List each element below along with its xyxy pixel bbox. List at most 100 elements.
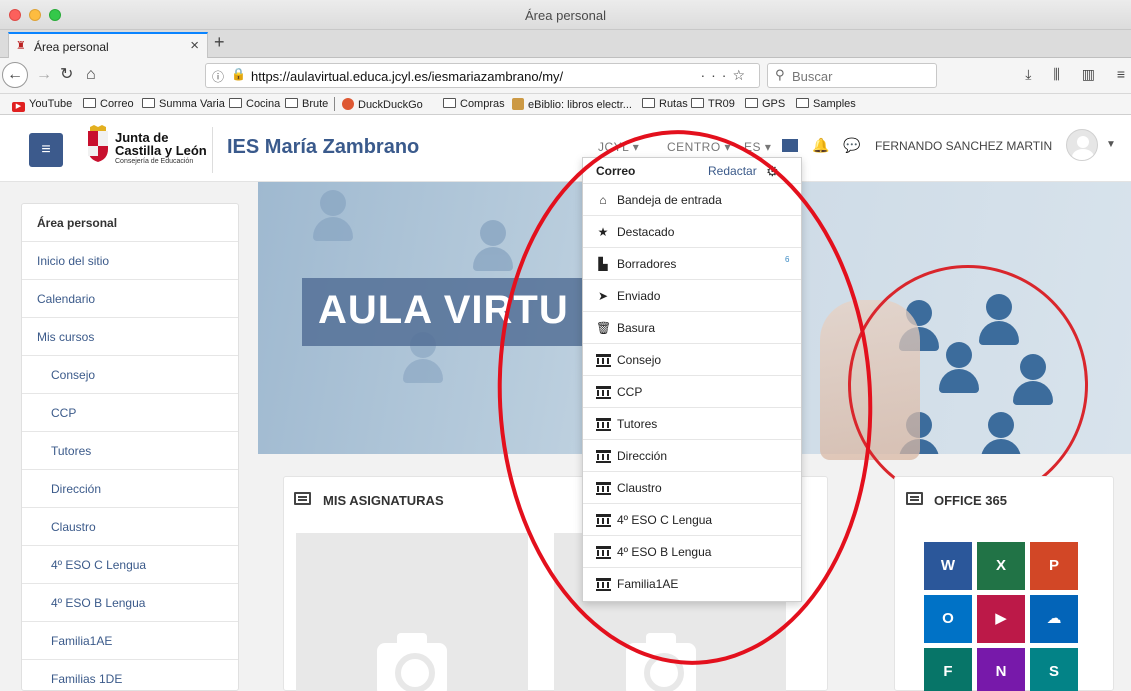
library-icon[interactable]: ⫼ (1053, 66, 1059, 82)
bookmark-folder[interactable]: Samples (796, 98, 856, 110)
inbox-icon: ⌂ (599, 193, 607, 207)
course-thumbnail[interactable] (296, 533, 528, 691)
mail-folder-label: 4º ESO B Lengua (617, 545, 712, 559)
search-bar[interactable]: ⚲ Buscar (767, 63, 937, 88)
star-icon: ★ (597, 225, 609, 239)
sidebar-item-calendario[interactable]: Calendario (22, 280, 238, 318)
mail-course-claustro[interactable]: Claustro (583, 472, 801, 504)
menu-jcyl[interactable]: JCYL ▾ (598, 140, 639, 154)
bookmark-folder[interactable]: Correo (83, 98, 134, 110)
mail-folder-drafts[interactable]: ▙ Borradores 6 (583, 248, 801, 280)
mail-icon[interactable] (782, 139, 798, 152)
search-input[interactable]: Buscar (792, 69, 832, 84)
sidebar-item-tutores[interactable]: Tutores (22, 432, 238, 470)
user-name[interactable]: FERNANDO SANCHEZ MARTIN (875, 139, 1052, 153)
mail-course-direccion[interactable]: Dirección (583, 440, 801, 472)
new-tab-button[interactable]: + (214, 32, 225, 53)
duckduckgo-icon (342, 98, 354, 110)
excel-icon[interactable]: X (977, 542, 1025, 590)
mail-folder-sent[interactable]: ➤ Enviado (583, 280, 801, 312)
reload-button[interactable]: ↻ (60, 65, 73, 85)
word-icon[interactable]: W (924, 542, 972, 590)
gear-icon[interactable]: ⚙ (766, 163, 779, 180)
menu-icon[interactable]: ≡ (1117, 66, 1125, 82)
folder-icon (443, 98, 456, 108)
bookmark-folder[interactable]: Cocina (229, 98, 280, 110)
onenote-icon[interactable]: N (977, 648, 1025, 691)
sidebar-item-direccion[interactable]: Dirección (22, 470, 238, 508)
sway-icon[interactable]: S (1030, 648, 1078, 691)
bookmark-folder[interactable]: Compras (443, 98, 505, 110)
sidebar-item-4eso-b[interactable]: 4º ESO B Lengua (22, 584, 238, 622)
youtube-icon: ▶ (12, 102, 25, 112)
page-actions-icon[interactable]: ···☆ (700, 67, 751, 84)
close-tab-icon[interactable]: × (190, 37, 199, 54)
site-favicon-icon: ♜ (16, 40, 26, 52)
url-bar[interactable]: ⓘ 🔒 https://aulavirtual.educa.jcyl.es/ie… (205, 63, 760, 88)
institution-icon (596, 354, 611, 367)
hero-title: AULA VIRTU (318, 288, 569, 332)
bookmark-separator (334, 97, 335, 111)
bookmark-duckduckgo[interactable]: DuckDuckGo (342, 98, 423, 111)
stream-icon[interactable]: ▶ (977, 595, 1025, 643)
compose-link[interactable]: Redactar (708, 164, 757, 178)
forms-icon[interactable]: F (924, 648, 972, 691)
sidebar-item-inicio[interactable]: Inicio del sitio (22, 242, 238, 280)
bookmark-ebiblio[interactable]: eBiblio: libros electr... (512, 98, 632, 111)
mail-folder-starred[interactable]: ★ Destacado (583, 216, 801, 248)
menu-language[interactable]: ES ▾ (744, 140, 771, 154)
mail-course-familia1ae[interactable]: Familia1AE (583, 568, 801, 600)
home-button[interactable]: ⌂ (86, 65, 96, 85)
sidebar-icon[interactable]: ▥ (1082, 66, 1095, 82)
bookmark-folder[interactable]: GPS (745, 98, 785, 110)
toolbar-icons: ⤓ ⫼ ▥ ≡ (1007, 66, 1125, 83)
mail-folder-label: Familia1AE (617, 577, 679, 591)
mail-folder-label: Claustro (617, 481, 662, 495)
onedrive-icon[interactable]: ☁ (1030, 595, 1078, 643)
download-icon[interactable]: ⤓ (1025, 66, 1031, 82)
sidebar-item-area-personal[interactable]: Área personal (22, 204, 238, 242)
trash-icon: 🗑 (596, 321, 612, 335)
mail-folder-inbox[interactable]: ⌂ Bandeja de entrada (583, 184, 801, 216)
browser-tab[interactable]: ♜ Área personal × (8, 32, 208, 59)
mail-folder-trash[interactable]: 🗑 Basura (583, 312, 801, 344)
sidebar-item-claustro[interactable]: Claustro (22, 508, 238, 546)
forward-button[interactable]: → (36, 65, 52, 85)
bookmark-folder[interactable]: Rutas (642, 98, 688, 110)
site-name[interactable]: IES María Zambrano (227, 136, 419, 159)
nav-drawer-button[interactable]: ≡ (29, 133, 63, 167)
mail-dropdown: Correo Redactar ⚙ ⌂ Bandeja de entrada ★… (582, 157, 802, 602)
bookmark-folder[interactable]: Brute (285, 98, 328, 110)
mail-course-4eso-b[interactable]: 4º ESO B Lengua (583, 536, 801, 568)
mail-folder-label: Enviado (617, 289, 661, 303)
menu-centro[interactable]: CENTRO ▾ (667, 140, 731, 154)
sidebar-item-familia1ae[interactable]: Familia1AE (22, 622, 238, 660)
mail-course-tutores[interactable]: Tutores (583, 408, 801, 440)
bell-icon[interactable]: 🔔 (812, 137, 829, 154)
info-icon[interactable]: ⓘ (212, 68, 224, 85)
folder-icon (229, 98, 242, 108)
bookmark-youtube[interactable]: ▶ YouTube (12, 98, 72, 112)
back-button[interactable]: ← (2, 62, 28, 88)
bookmark-folder[interactable]: Summa Varia (142, 98, 225, 110)
window-title: Área personal (525, 8, 606, 23)
bookmark-folder[interactable]: TR09 (691, 98, 735, 110)
sidebar-item-familias1de[interactable]: Familias 1DE (22, 660, 238, 691)
sidebar-item-consejo[interactable]: Consejo (22, 356, 238, 394)
message-icon[interactable]: 💬 (843, 137, 860, 154)
folder-icon (83, 98, 96, 108)
mail-folder-label: Bandeja de entrada (617, 193, 722, 207)
url-text[interactable]: https://aulavirtual.educa.jcyl.es/iesmar… (251, 69, 563, 84)
powerpoint-icon[interactable]: P (1030, 542, 1078, 590)
sidebar-item-4eso-c[interactable]: 4º ESO C Lengua (22, 546, 238, 584)
mail-course-4eso-c[interactable]: 4º ESO C Lengua (583, 504, 801, 536)
chevron-down-icon[interactable]: ▼ (1106, 139, 1116, 150)
outlook-icon[interactable]: O (924, 595, 972, 643)
sidebar-item-ccp[interactable]: CCP (22, 394, 238, 432)
mail-course-ccp[interactable]: CCP (583, 376, 801, 408)
mail-course-consejo[interactable]: Consejo (583, 344, 801, 376)
window-titlebar: Área personal (0, 0, 1131, 30)
institution-icon (596, 450, 611, 463)
sidebar-item-mis-cursos[interactable]: Mis cursos (22, 318, 238, 356)
avatar[interactable] (1066, 129, 1098, 161)
